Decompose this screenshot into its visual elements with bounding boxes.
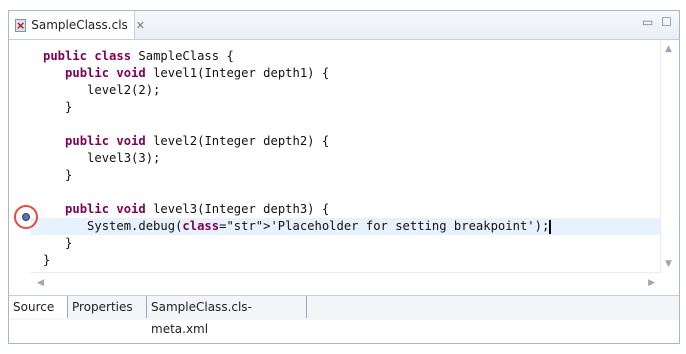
tab-source[interactable]: Source [9, 296, 68, 318]
code-line[interactable]: System.debug(class="str">'Placeholder fo… [31, 218, 661, 235]
code-line[interactable]: } [31, 235, 661, 252]
code-line[interactable]: } [31, 252, 661, 269]
editor-gutter[interactable] [9, 40, 31, 295]
editor-window: × SampleClass.cls ✕ ▭ ☐ public class Sam… [8, 10, 680, 344]
tab-sampleclass-cls[interactable]: × SampleClass.cls ✕ [9, 11, 145, 39]
code-line[interactable]: public void level2(Integer depth2) { [31, 133, 661, 150]
horizontal-scrollbar[interactable]: ◀ ▶ [31, 272, 661, 295]
code-line[interactable]: } [31, 99, 661, 116]
editor-tabbar: × SampleClass.cls ✕ ▭ ☐ [9, 11, 679, 40]
breakpoint-icon[interactable] [22, 213, 30, 221]
code-line[interactable]: public void level3(Integer depth3) { [31, 201, 661, 218]
code-line[interactable] [31, 116, 661, 133]
code-area[interactable]: public class SampleClass { public void l… [31, 40, 661, 273]
scroll-down-icon[interactable]: ▼ [665, 259, 672, 269]
minimize-icon[interactable]: ▭ [642, 16, 653, 28]
code-line[interactable]: public class SampleClass { [31, 48, 661, 65]
apex-class-icon: × [15, 18, 27, 32]
code-line[interactable]: level2(2); [31, 82, 661, 99]
scroll-right-icon[interactable]: ▶ [648, 278, 655, 288]
tab-properties[interactable]: Properties [68, 296, 147, 318]
scroll-up-icon[interactable]: ▲ [665, 44, 672, 54]
text-caret [549, 219, 552, 234]
tab-meta-xml[interactable]: SampleClass.cls-meta.xml [147, 296, 307, 336]
maximize-icon[interactable]: ☐ [661, 16, 672, 28]
code-line[interactable]: level3(3); [31, 150, 661, 167]
code-line[interactable]: } [31, 167, 661, 184]
close-icon[interactable]: ✕ [136, 19, 145, 32]
vertical-scrollbar[interactable]: ▲ ▼ [660, 40, 679, 273]
tab-title: SampleClass.cls [31, 18, 128, 32]
code-line[interactable] [31, 184, 661, 201]
code-editor[interactable]: public class SampleClass { public void l… [9, 40, 679, 295]
bottom-tabbar: Source Properties SampleClass.cls-meta.x… [9, 295, 679, 336]
scroll-left-icon[interactable]: ◀ [37, 278, 44, 288]
code-line[interactable]: public void level1(Integer depth1) { [31, 65, 661, 82]
